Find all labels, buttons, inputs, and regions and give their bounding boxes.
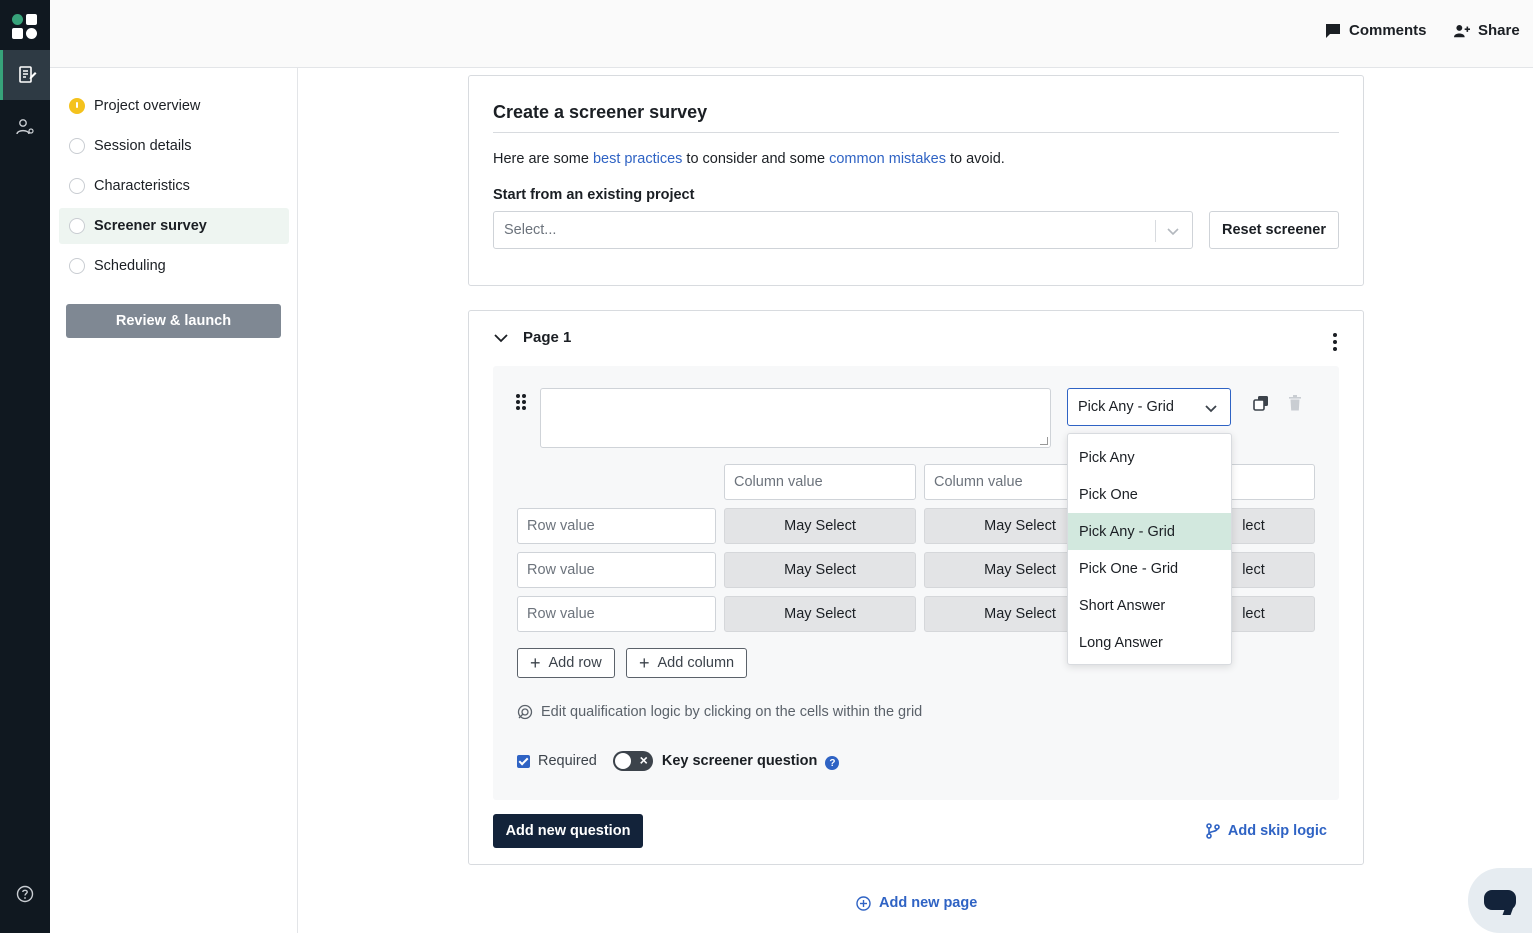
page-menu-icon[interactable] xyxy=(1333,333,1337,351)
nav-item-session-details[interactable]: Session details xyxy=(59,128,289,164)
required-checkbox[interactable] xyxy=(517,754,530,768)
screener-title: Create a screener survey xyxy=(493,102,708,122)
chevron-down-icon[interactable] xyxy=(493,330,509,346)
grid-cell-button[interactable]: May Select xyxy=(724,596,916,632)
help-rail-button[interactable] xyxy=(0,869,50,919)
nav-item-label: Characteristics xyxy=(94,178,190,194)
add-row-button[interactable]: + Add row xyxy=(517,648,615,678)
question-text-input[interactable] xyxy=(540,388,1051,448)
plus-icon: + xyxy=(639,653,650,673)
add-column-label: Add column xyxy=(657,655,735,671)
existing-project-label: Start from an existing project xyxy=(493,187,695,203)
add-user-icon xyxy=(1454,24,1470,37)
row-value-input[interactable]: Row value xyxy=(517,552,716,588)
intro-text: to consider and some xyxy=(682,151,830,167)
screener-setup-card: Create a screener survey Here are some b… xyxy=(468,75,1364,286)
nav-item-screener-survey[interactable]: Screener survey xyxy=(59,208,289,244)
delete-icon[interactable] xyxy=(1287,394,1303,412)
document-edit-icon xyxy=(18,66,36,83)
comment-icon xyxy=(1326,23,1340,38)
question-type-value: Pick Any - Grid xyxy=(1078,399,1174,415)
close-icon: × xyxy=(639,752,648,768)
qualification-hint: Edit qualification logic by clicking on … xyxy=(517,704,922,720)
step-status-icon xyxy=(69,218,85,234)
duplicate-icon[interactable] xyxy=(1252,394,1270,412)
dropdown-option-pick-any-grid[interactable]: Pick Any - Grid xyxy=(1068,513,1231,550)
skip-logic-label: Add skip logic xyxy=(1227,823,1327,839)
add-skip-logic-button[interactable]: Add skip logic xyxy=(1206,823,1327,839)
dropdown-option-pick-any[interactable]: Pick Any xyxy=(1068,439,1231,476)
dropdown-option-long-answer[interactable]: Long Answer xyxy=(1068,624,1231,661)
resize-grip-icon[interactable] xyxy=(1040,437,1048,445)
step-status-icon xyxy=(69,178,85,194)
select-placeholder: Select... xyxy=(504,222,557,238)
reset-screener-button[interactable]: Reset screener xyxy=(1209,211,1339,249)
best-practices-link[interactable]: best practices xyxy=(593,151,682,167)
nav-item-project-overview[interactable]: Project overview xyxy=(59,88,289,124)
nav-item-label: Scheduling xyxy=(94,258,166,274)
drag-handle-icon[interactable] xyxy=(516,394,528,410)
grid-cell-button[interactable]: May Select xyxy=(724,552,916,588)
question-type-select[interactable]: Pick Any - Grid xyxy=(1067,388,1231,426)
question-options: Required × Key screener question ? xyxy=(517,751,840,771)
user-settings-icon xyxy=(16,119,34,135)
warning-icon xyxy=(69,98,85,114)
branch-icon xyxy=(1206,823,1220,839)
help-circle-icon xyxy=(16,885,34,903)
step-status-icon xyxy=(69,138,85,154)
hint-text: Edit qualification logic by clicking on … xyxy=(541,704,923,720)
page-header[interactable]: Page 1 xyxy=(493,329,571,346)
comments-label: Comments xyxy=(1349,22,1427,39)
select-separator xyxy=(1155,220,1156,242)
add-column-button[interactable]: + Add column xyxy=(626,648,748,678)
share-label: Share xyxy=(1478,22,1520,39)
project-steps-nav: Project overview Session details Charact… xyxy=(50,68,298,933)
common-mistakes-link[interactable]: common mistakes xyxy=(829,151,946,167)
review-launch-button[interactable]: Review & launch xyxy=(66,304,281,338)
plus-icon: + xyxy=(530,653,541,673)
intro-text: to avoid. xyxy=(945,151,1005,167)
logic-icon xyxy=(517,704,533,720)
nav-item-scheduling[interactable]: Scheduling xyxy=(59,248,289,284)
share-button[interactable]: Share xyxy=(1454,22,1520,39)
dropdown-option-pick-one-grid[interactable]: Pick One - Grid xyxy=(1068,550,1231,587)
chat-widget-button[interactable] xyxy=(1468,868,1532,933)
add-new-question-button[interactable]: Add new question xyxy=(493,814,643,848)
chevron-down-icon xyxy=(1167,228,1179,236)
comments-button[interactable]: Comments xyxy=(1325,22,1427,39)
row-value-input[interactable]: Row value xyxy=(517,596,716,632)
participants-rail-button[interactable] xyxy=(0,102,50,152)
add-new-page-button[interactable]: Add new page xyxy=(856,895,977,911)
nav-item-label: Screener survey xyxy=(94,218,207,234)
add-row-label: Add row xyxy=(548,655,602,671)
nav-item-label: Session details xyxy=(94,138,192,154)
key-question-label: Key screener question xyxy=(661,753,818,769)
app-logo-icon[interactable] xyxy=(12,14,38,40)
add-page-label: Add new page xyxy=(879,895,978,911)
screener-intro: Here are some best practices to consider… xyxy=(493,151,1005,167)
top-bar: Comments Share xyxy=(50,0,1533,68)
divider xyxy=(493,132,1339,133)
help-icon[interactable]: ? xyxy=(825,756,840,770)
plus-circle-icon xyxy=(856,895,871,911)
intro-text: Here are some xyxy=(493,151,593,167)
nav-item-label: Project overview xyxy=(94,98,201,114)
chat-icon xyxy=(1484,890,1516,910)
grid-cell-button[interactable]: May Select xyxy=(724,508,916,544)
page-title: Page 1 xyxy=(523,329,572,346)
existing-project-select[interactable]: Select... xyxy=(493,211,1193,249)
chevron-down-icon xyxy=(1205,405,1217,413)
question-type-dropdown: Pick Any Pick One Pick Any - Grid Pick O… xyxy=(1067,433,1232,665)
nav-item-characteristics[interactable]: Characteristics xyxy=(59,168,289,204)
toggle-knob xyxy=(614,753,631,769)
dropdown-option-short-answer[interactable]: Short Answer xyxy=(1068,587,1231,624)
row-value-input[interactable]: Row value xyxy=(517,508,716,544)
required-label: Required xyxy=(538,753,597,769)
dropdown-option-pick-one[interactable]: Pick One xyxy=(1068,476,1231,513)
app-rail xyxy=(0,0,50,933)
projects-rail-button[interactable] xyxy=(0,50,50,100)
column-value-input[interactable]: Column value xyxy=(724,464,916,500)
key-question-toggle[interactable]: × xyxy=(612,751,653,771)
step-status-icon xyxy=(69,258,85,274)
